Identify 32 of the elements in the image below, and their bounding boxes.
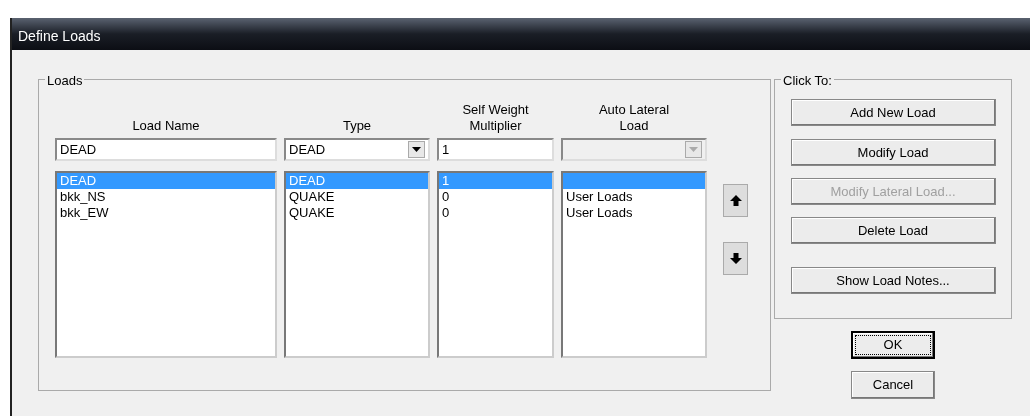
column-heading: Auto Lateral Load	[597, 101, 671, 134]
multiplier-field[interactable]: 1	[437, 138, 554, 161]
list-item[interactable]: QUAKE	[286, 205, 428, 221]
list-box[interactable]: User Loads User Loads	[561, 171, 707, 358]
list-item[interactable]: 0	[439, 189, 552, 205]
load-name-field[interactable]: DEAD	[55, 138, 277, 161]
list-item[interactable]: bkk_NS	[57, 189, 275, 205]
list-item[interactable]: 0	[439, 205, 552, 221]
caret-icon	[412, 147, 421, 152]
list-item[interactable]: User Loads	[563, 205, 705, 221]
cancel-button[interactable]: Cancel	[851, 371, 935, 399]
column-heading: Type	[342, 117, 372, 134]
column-heading: Self Weight Multiplier	[461, 101, 530, 134]
ok-button[interactable]: OK	[851, 331, 935, 359]
type-dropdown[interactable]: DEAD	[284, 138, 430, 161]
list-box[interactable]: DEAD bkk_NS bkk_EW	[55, 171, 277, 358]
list-box[interactable]: 1 0 0	[437, 171, 554, 358]
list-item[interactable]: User Loads	[563, 189, 705, 205]
move-down-button[interactable]	[723, 242, 748, 275]
list-item[interactable]: QUAKE	[286, 189, 428, 205]
list-box[interactable]: DEAD QUAKE QUAKE	[284, 171, 430, 358]
action-button[interactable]: Show Load Notes...	[790, 267, 996, 294]
list-item[interactable]: bkk_EW	[57, 205, 275, 221]
down-arrow-icon	[729, 253, 742, 264]
window-title: Define Loads	[12, 18, 1030, 50]
caret-icon	[689, 147, 698, 152]
action-button[interactable]: Add New Load	[790, 99, 996, 126]
action-button[interactable]: Delete Load	[790, 217, 996, 244]
action-button[interactable]: Modify Load	[790, 139, 996, 166]
column-heading: Load Name	[132, 117, 200, 134]
move-up-button[interactable]	[723, 184, 748, 217]
up-arrow-icon	[729, 195, 742, 206]
